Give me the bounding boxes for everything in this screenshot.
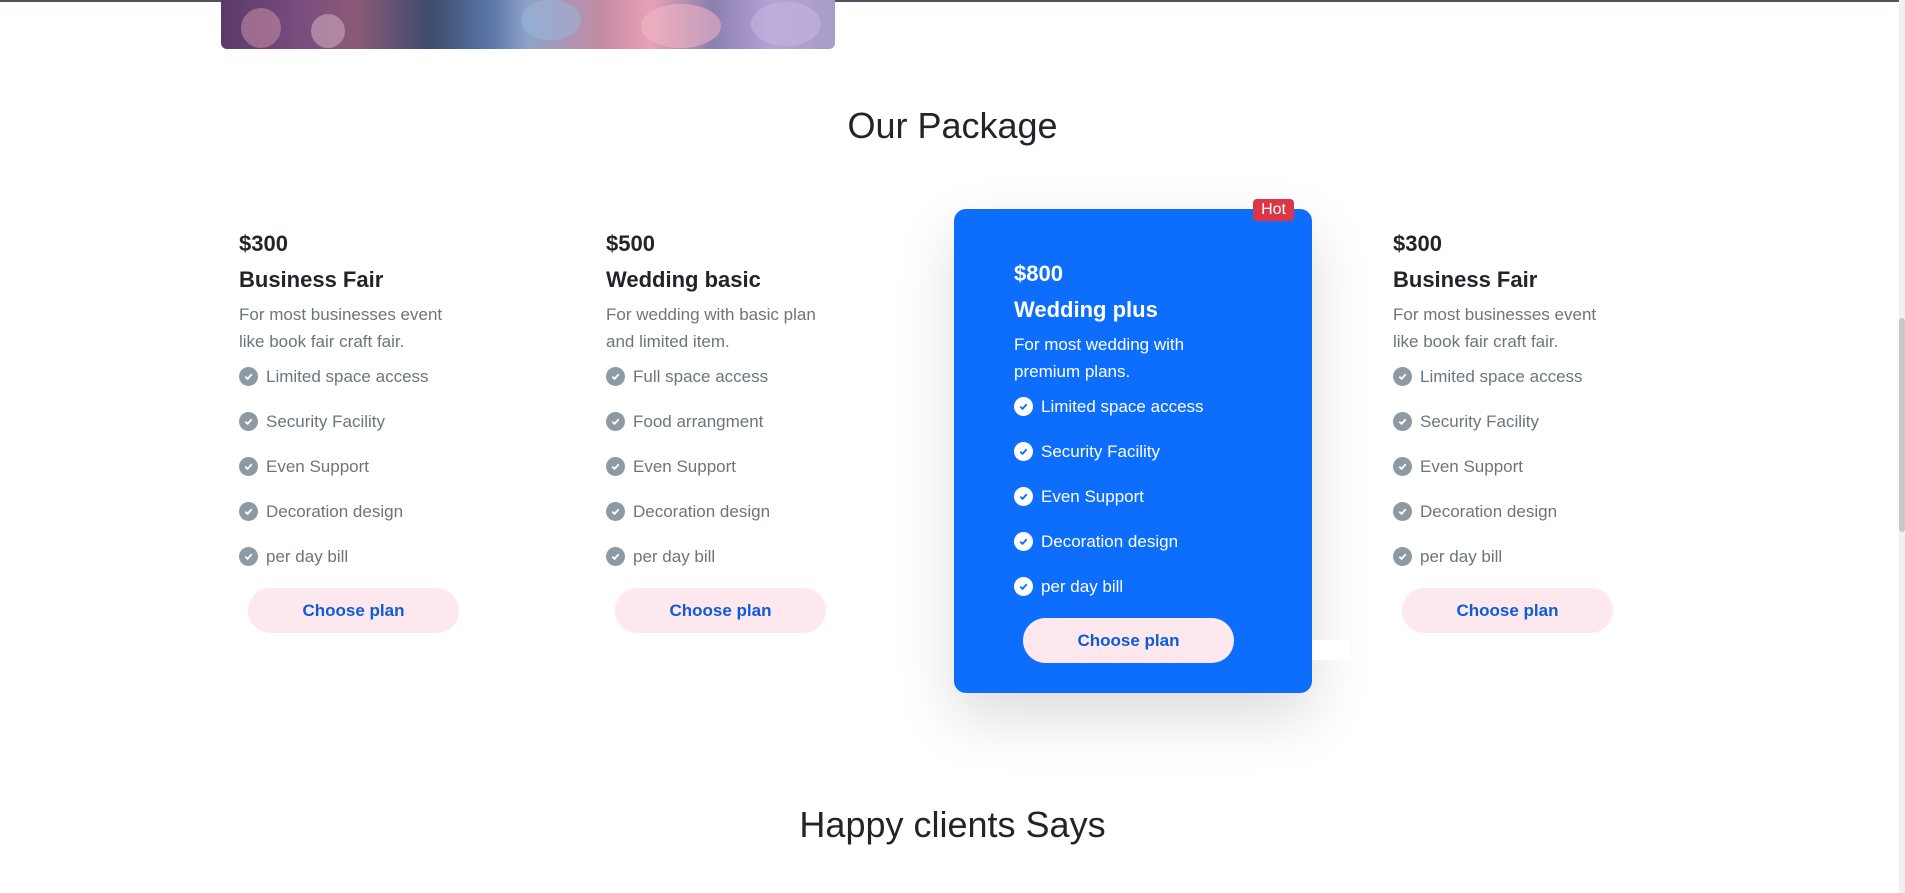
feature-list: Full space access Food arrangment Even S… — [606, 366, 923, 591]
feature-item: Security Facility — [1014, 441, 1292, 486]
feature-item: per day bill — [239, 546, 556, 591]
card-shadow-edge — [1312, 640, 1350, 660]
feature-item: Even Support — [606, 456, 923, 501]
feature-item: Decoration design — [606, 501, 923, 546]
feature-label: Even Support — [266, 457, 370, 476]
scrollbar-thumb[interactable] — [1899, 318, 1905, 532]
package-description: For wedding with basic plan and limited … — [606, 305, 816, 351]
feature-label: Even Support — [633, 457, 737, 476]
feature-list: Limited space access Security Facility E… — [1014, 396, 1292, 621]
package-card-business-fair: $300 Business Fair For most businesses e… — [219, 209, 576, 693]
feature-label: Security Facility — [1420, 412, 1540, 431]
feature-label: Decoration design — [1041, 532, 1179, 551]
check-circle-icon — [1393, 547, 1412, 566]
package-name: Business Fair — [239, 267, 384, 292]
hot-badge: Hot — [1253, 199, 1294, 221]
feature-item: Security Facility — [1393, 411, 1710, 456]
package-card-wedding-basic: $500 Wedding basic For wedding with basi… — [586, 209, 943, 693]
package-name: Wedding plus — [1014, 297, 1158, 322]
feature-label: per day bill — [633, 547, 716, 566]
package-description: For most businesses event like book fair… — [1393, 305, 1597, 351]
feature-item: Food arrangment — [606, 411, 923, 456]
feature-item: Even Support — [1393, 456, 1710, 501]
check-circle-icon — [1393, 502, 1412, 521]
choose-plan-button[interactable]: Choose plan — [615, 588, 826, 633]
check-circle-icon — [239, 412, 258, 431]
check-circle-icon — [1393, 412, 1412, 431]
check-circle-icon — [239, 547, 258, 566]
check-circle-icon — [1393, 457, 1412, 476]
package-card-business-fair-2: $300 Business Fair For most businesses e… — [1373, 209, 1730, 693]
feature-label: Even Support — [1420, 457, 1524, 476]
feature-item: Decoration design — [1014, 531, 1292, 576]
feature-label: Security Facility — [266, 412, 386, 431]
feature-label: Limited space access — [1420, 367, 1583, 386]
feature-item: per day bill — [606, 546, 923, 591]
feature-item: Decoration design — [1393, 501, 1710, 546]
feature-label: Even Support — [1041, 487, 1145, 506]
check-circle-icon — [239, 367, 258, 386]
hero-image — [221, 0, 835, 49]
feature-label: Food arrangment — [633, 412, 764, 431]
check-circle-icon — [1014, 577, 1033, 596]
package-description: For most businesses event like book fair… — [239, 305, 443, 351]
check-circle-icon — [1014, 487, 1033, 506]
package-description: For most wedding with premium plans. — [1014, 335, 1185, 381]
feature-label: Full space access — [633, 367, 769, 386]
feature-item: Limited space access — [239, 366, 556, 411]
check-circle-icon — [606, 502, 625, 521]
check-circle-icon — [1014, 397, 1033, 416]
feature-label: Limited space access — [266, 367, 429, 386]
package-name: Wedding basic — [606, 267, 761, 292]
package-price: $300 — [239, 231, 288, 256]
check-circle-icon — [606, 412, 625, 431]
feature-item: Security Facility — [239, 411, 556, 456]
check-circle-icon — [606, 457, 625, 476]
feature-item: Even Support — [239, 456, 556, 501]
package-card-wedding-plus: Hot $800 Wedding plus For most wedding w… — [954, 199, 1312, 693]
feature-label: per day bill — [1041, 577, 1124, 596]
choose-plan-button[interactable]: Choose plan — [1402, 588, 1613, 633]
check-circle-icon — [1014, 532, 1033, 551]
package-price: $800 — [1014, 261, 1063, 286]
feature-item: per day bill — [1014, 576, 1292, 621]
package-price: $500 — [606, 231, 655, 256]
choose-plan-button[interactable]: Choose plan — [1023, 618, 1234, 663]
check-circle-icon — [239, 457, 258, 476]
feature-item: Full space access — [606, 366, 923, 411]
package-price: $300 — [1393, 231, 1442, 256]
feature-item: Limited space access — [1393, 366, 1710, 411]
feature-list: Limited space access Security Facility E… — [1393, 366, 1710, 591]
package-name: Business Fair — [1393, 267, 1538, 292]
feature-item: Even Support — [1014, 486, 1292, 531]
feature-label: Decoration design — [633, 502, 771, 521]
check-circle-icon — [1393, 367, 1412, 386]
choose-plan-button[interactable]: Choose plan — [248, 588, 459, 633]
page-scrollbar[interactable] — [1899, 0, 1905, 893]
feature-label: Decoration design — [1420, 502, 1558, 521]
feature-label: per day bill — [266, 547, 349, 566]
feature-item: per day bill — [1393, 546, 1710, 591]
check-circle-icon — [239, 502, 258, 521]
feature-item: Decoration design — [239, 501, 556, 546]
feature-item: Limited space access — [1014, 396, 1292, 441]
feature-label: Security Facility — [1041, 442, 1161, 461]
testimonials-title: Happy clients Says — [799, 804, 1106, 845]
feature-label: per day bill — [1420, 547, 1503, 566]
check-circle-icon — [606, 547, 625, 566]
feature-label: Decoration design — [266, 502, 404, 521]
check-circle-icon — [606, 367, 625, 386]
feature-list: Limited space access Security Facility E… — [239, 366, 556, 591]
section-title: Our Package — [847, 105, 1058, 146]
feature-label: Limited space access — [1041, 397, 1204, 416]
check-circle-icon — [1014, 442, 1033, 461]
